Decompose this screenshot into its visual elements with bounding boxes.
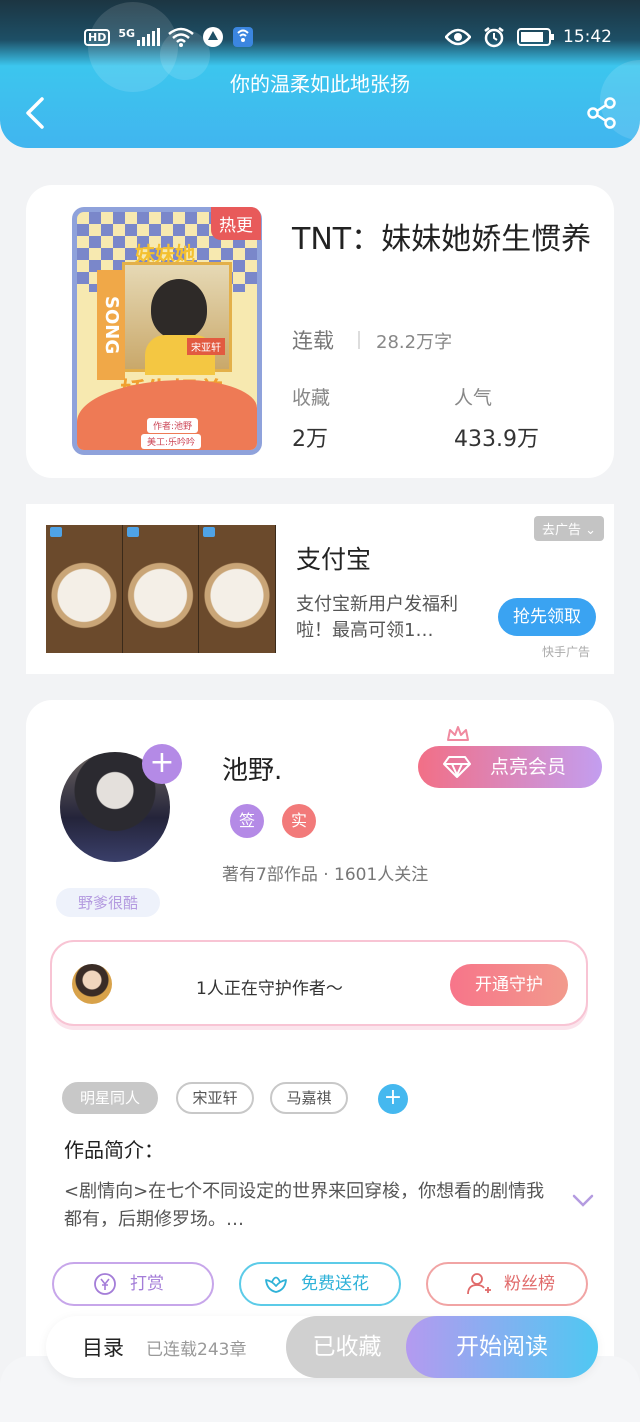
divider [358, 331, 360, 349]
guard-text: 1人正在守护作者～ [196, 979, 343, 999]
flower-icon [265, 1276, 287, 1293]
fans-ranking-label: 粉丝榜 [504, 1274, 555, 1294]
start-reading-button[interactable]: 开始阅读 [406, 1316, 598, 1378]
network-type: 5G [118, 26, 136, 40]
book-title: TNT：妹妹她娇生惯养 [292, 222, 592, 257]
remove-ad-label: 去广告 [541, 523, 581, 538]
popularity-value: 433.9万 [454, 427, 539, 452]
clock: 15:42 [563, 27, 612, 47]
hot-update-badge: 热更 [211, 207, 261, 240]
intro-text: <剧情向>在七个不同设定的世界来回穿梭，你想看的剧情我都有，后期修罗场。… [64, 1181, 545, 1230]
author-detail-card: + 野爹很酷 池野. 签 实 著有7部作品 · 1601人关注 点亮会员 1人正… [26, 700, 614, 1422]
vip-label: 点亮会员 [490, 756, 567, 778]
status-bar: HD 5G 15:42 [0, 22, 640, 58]
cover-credit-art: 美工:乐吟吟 [141, 434, 202, 449]
reward-button[interactable]: 打赏 [52, 1262, 214, 1306]
yen-coin-icon [94, 1273, 116, 1295]
expand-chevron-icon[interactable] [572, 1194, 594, 1208]
chapter-count: 已连载243章 [146, 1340, 247, 1360]
ad-banner[interactable]: 支付宝 支付宝新用户发福利啦！最高可领1… 去广告 ⌄ 抢先领取 快手广告 [26, 504, 614, 674]
book-cover[interactable]: 妹妹她 SONG 宋亚轩 娇生惯养 作者:池野 美工:乐吟吟 [72, 207, 262, 455]
add-tag-button[interactable]: + [378, 1084, 408, 1114]
tag-item[interactable]: 马嘉祺 [270, 1082, 348, 1114]
book-status: 连载 [292, 329, 334, 353]
cover-name-tag: 宋亚轩 [187, 338, 225, 355]
chevron-down-icon: ⌄ [585, 523, 596, 538]
favorited-label: 已收藏 [312, 1334, 382, 1360]
open-guard-button[interactable]: 开通守护 [450, 964, 568, 1006]
verified-badge: 实 [282, 804, 316, 838]
intro-label: 作品简介： [64, 1138, 164, 1162]
page-title: 你的温柔如此地张扬 [230, 72, 410, 96]
bottom-action-bar: 目录 已连载243章 已收藏 开始阅读 [46, 1316, 598, 1378]
favorites-label: 收藏 [292, 387, 331, 409]
browser-icon [203, 27, 224, 47]
cover-credit-author: 作者:池野 [147, 418, 199, 433]
ad-brand: 支付宝 [296, 545, 372, 574]
word-count: 28.2万字 [376, 332, 453, 353]
cover-side-text: SONG [97, 270, 125, 380]
tag-item[interactable]: 明星同人 [62, 1082, 158, 1114]
ad-description: 支付宝新用户发福利啦！最高可领1… [296, 594, 458, 641]
table-of-contents-button[interactable]: 目录 [82, 1332, 124, 1362]
guardian-avatar [72, 964, 112, 1004]
send-flowers-button[interactable]: 免费送花 [239, 1262, 401, 1306]
ad-cta-button[interactable]: 抢先领取 [498, 598, 596, 636]
cover-photo [122, 262, 232, 375]
tag-item[interactable]: 宋亚轩 [176, 1082, 254, 1114]
guard-panel: 1人正在守护作者～ 开通守护 [50, 940, 588, 1026]
favorites-value: 2万 [292, 427, 328, 452]
ad-source: 快手广告 [541, 645, 590, 659]
eye-icon [445, 28, 471, 46]
alarm-icon [484, 27, 504, 48]
top-header: HD 5G 15:42 你的温柔如此地张扬 [0, 0, 640, 148]
signed-badge: 签 [230, 804, 264, 838]
popularity-label: 人气 [454, 387, 493, 409]
back-arrow-icon[interactable] [22, 96, 48, 130]
reward-label: 打赏 [130, 1274, 164, 1294]
send-flowers-label: 免费送花 [301, 1274, 369, 1294]
crown-icon [447, 726, 469, 741]
signal-icon [137, 28, 161, 46]
author-name[interactable]: 池野. [222, 750, 282, 787]
author-title-tag: 野爹很酷 [56, 888, 161, 917]
battery-icon [517, 28, 554, 46]
fans-ranking-button[interactable]: 粉丝榜 [426, 1262, 588, 1306]
hd-badge: HD [84, 28, 111, 46]
nfc-icon [233, 27, 254, 47]
vip-membership-button[interactable]: 点亮会员 [418, 746, 602, 788]
diamond-icon [443, 756, 471, 778]
wifi-icon [168, 27, 194, 47]
author-stats: 著有7部作品 · 1601人关注 [222, 865, 429, 885]
user-icon [467, 1273, 491, 1295]
share-icon[interactable] [586, 96, 618, 130]
follow-button[interactable]: + [142, 744, 182, 784]
ad-image [46, 525, 277, 653]
book-info-card: 妹妹她 SONG 宋亚轩 娇生惯养 作者:池野 美工:乐吟吟 热更 TNT：妹妹… [26, 185, 614, 478]
remove-ad-button[interactable]: 去广告 ⌄ [533, 516, 604, 541]
